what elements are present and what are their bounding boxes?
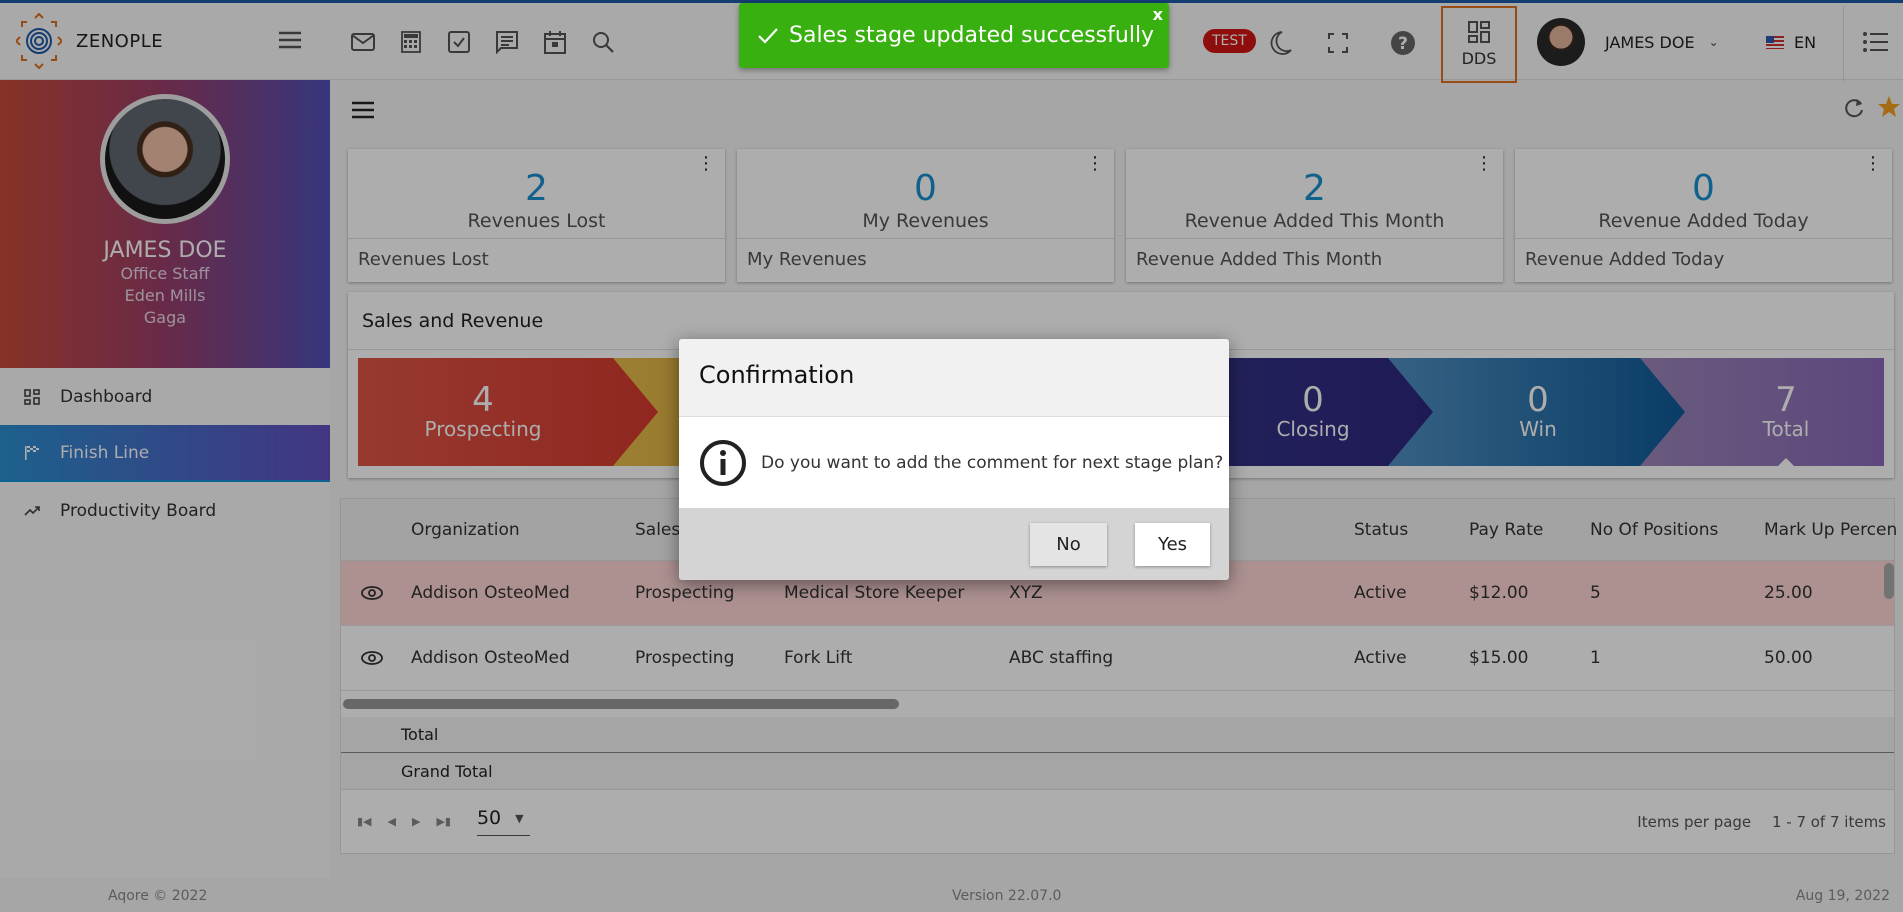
dialog-footer: No Yes [679,508,1229,580]
no-button[interactable]: No [1030,523,1107,566]
yes-button[interactable]: Yes [1135,523,1210,566]
dialog-message: Do you want to add the comment for next … [761,452,1224,473]
success-toast: Sales stage updated successfully x [739,3,1169,68]
toast-message: Sales stage updated successfully [789,23,1155,48]
check-icon [758,27,778,44]
info-icon [700,439,746,486]
confirmation-dialog: Confirmation Do you want to add the comm… [679,339,1229,580]
toast-close-button[interactable]: x [1153,5,1163,24]
dialog-title: Confirmation [679,339,1229,417]
dialog-body: Do you want to add the comment for next … [679,417,1229,508]
